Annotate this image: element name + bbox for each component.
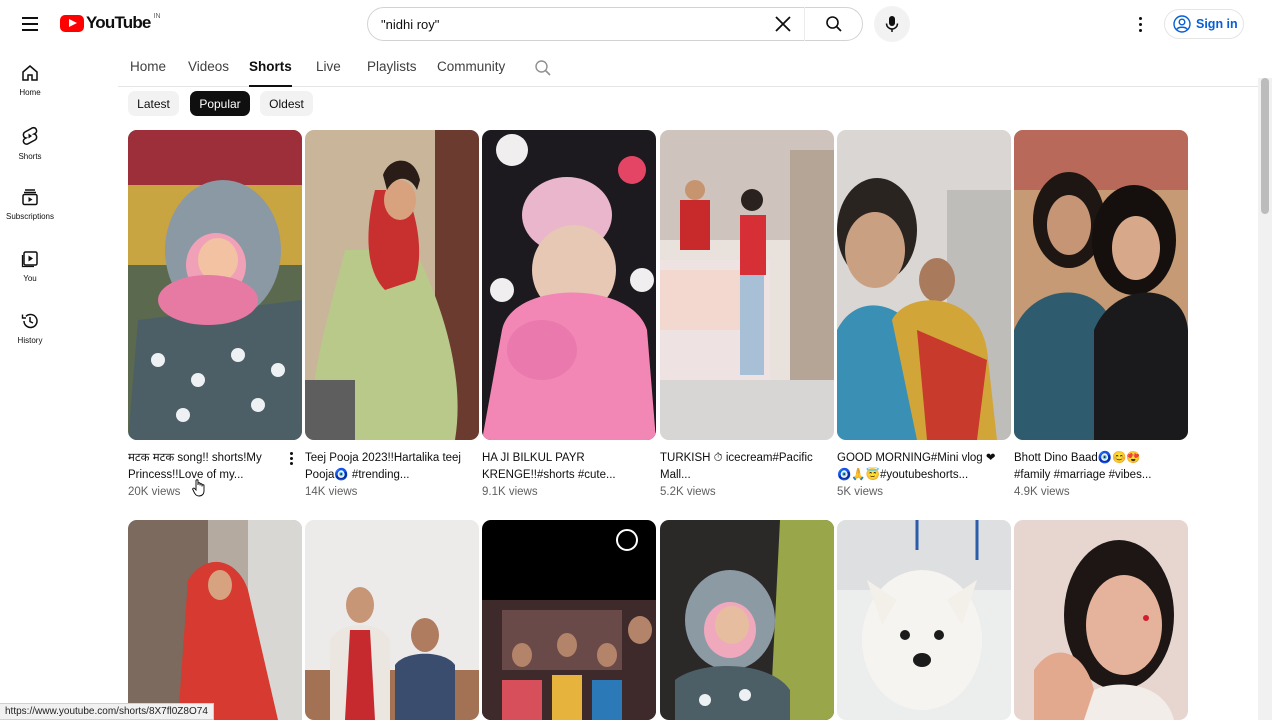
- search-input[interactable]: [368, 9, 768, 39]
- you-icon: [21, 251, 38, 268]
- mini-guide: Home Shorts Subscriptions You History: [0, 52, 60, 362]
- chip-latest[interactable]: Latest: [128, 91, 179, 116]
- shorts-icon: [22, 127, 38, 145]
- guide-item-shorts[interactable]: Shorts: [0, 114, 60, 176]
- short-title[interactable]: GOOD MORNING#Mini vlog ❤🧿🙏😇#youtubeshort…: [837, 450, 1001, 484]
- scrollbar-thumb[interactable]: [1261, 78, 1269, 214]
- menu-icon[interactable]: [16, 10, 44, 38]
- short-views: 5K views: [837, 486, 884, 498]
- search-button[interactable]: [804, 7, 862, 41]
- close-icon: [775, 16, 791, 32]
- logo-text: YouTube: [86, 13, 151, 32]
- guide-label: History: [17, 336, 43, 345]
- short-thumbnail[interactable]: [837, 130, 1011, 440]
- short-thumbnail[interactable]: [660, 520, 834, 720]
- short-title[interactable]: Bhott Dino Baad🧿😊😍 #family #marriage #vi…: [1014, 450, 1178, 484]
- tab-home[interactable]: Home: [130, 59, 166, 87]
- short-views: 14K views: [305, 486, 358, 498]
- settings-more-icon[interactable]: [1128, 12, 1152, 36]
- status-bar-url: https://www.youtube.com/shorts/8X7fl0Z8O…: [0, 703, 214, 720]
- tab-videos[interactable]: Videos: [188, 59, 229, 87]
- short-card[interactable]: [305, 520, 479, 720]
- guide-item-you[interactable]: You: [0, 238, 60, 300]
- tab-playlists[interactable]: Playlists: [367, 59, 417, 87]
- search-icon: [825, 16, 842, 32]
- short-thumbnail[interactable]: [837, 520, 1011, 720]
- more-options-icon[interactable]: [286, 452, 296, 468]
- country-code: IN: [153, 12, 161, 20]
- short-views: 9.1K views: [482, 486, 538, 498]
- guide-item-home[interactable]: Home: [0, 52, 60, 114]
- page-scrollbar[interactable]: [1258, 78, 1272, 720]
- subscriptions-icon: [22, 189, 38, 206]
- guide-item-subscriptions[interactable]: Subscriptions: [0, 176, 60, 238]
- short-thumbnail[interactable]: [660, 130, 834, 440]
- short-card[interactable]: [837, 520, 1011, 720]
- guide-label: You: [23, 274, 37, 283]
- search-box: [367, 7, 863, 41]
- clear-search-button[interactable]: [768, 9, 798, 39]
- tab-shorts[interactable]: Shorts: [249, 59, 292, 87]
- short-card[interactable]: [128, 520, 302, 720]
- short-views: 4.9K views: [1014, 486, 1070, 498]
- masthead: YouTube IN Sign in: [0, 0, 1272, 48]
- home-icon: [22, 65, 38, 81]
- channel-search-icon[interactable]: [534, 59, 552, 77]
- short-thumbnail[interactable]: [1014, 130, 1188, 440]
- short-card[interactable]: [482, 520, 656, 720]
- youtube-play-icon: [60, 14, 84, 32]
- short-card[interactable]: [660, 520, 834, 720]
- youtube-logo[interactable]: YouTube IN: [60, 13, 161, 33]
- mouse-cursor-icon: [192, 479, 205, 497]
- chip-popular[interactable]: Popular: [190, 91, 250, 116]
- history-icon: [21, 313, 38, 329]
- sign-in-label: Sign in: [1196, 17, 1238, 31]
- chip-oldest[interactable]: Oldest: [260, 91, 313, 116]
- guide-label: Subscriptions: [5, 212, 55, 221]
- voice-search-button[interactable]: [874, 6, 910, 42]
- short-thumbnail[interactable]: [128, 130, 302, 440]
- short-thumbnail[interactable]: [1014, 520, 1188, 720]
- short-card[interactable]: [1014, 520, 1188, 720]
- guide-label: Shorts: [18, 152, 42, 161]
- short-title[interactable]: Teej Pooja 2023!!Hartalika teej Pooja🧿 #…: [305, 450, 469, 484]
- channel-tabs: Home Videos Shorts Live Playlists Commun…: [118, 48, 1258, 87]
- short-thumbnail[interactable]: [305, 130, 479, 440]
- tab-community[interactable]: Community: [437, 59, 505, 87]
- short-thumbnail[interactable]: [482, 130, 656, 440]
- short-views: 20K views: [128, 486, 181, 498]
- account-icon: [1173, 15, 1191, 33]
- short-views: 5.2K views: [660, 486, 716, 498]
- short-thumbnail[interactable]: [305, 520, 479, 720]
- microphone-icon: [885, 16, 899, 32]
- sign-in-button[interactable]: Sign in: [1164, 9, 1244, 39]
- short-title[interactable]: HA JI BILKUL PAYR KRENGE!!#shorts #cute.…: [482, 450, 646, 484]
- guide-item-history[interactable]: History: [0, 300, 60, 362]
- short-thumbnail[interactable]: [128, 520, 302, 720]
- short-title[interactable]: मटक मटक song!! shorts!My Princess!!Love …: [128, 450, 292, 484]
- tab-live[interactable]: Live: [316, 59, 341, 87]
- short-title[interactable]: TURKISH ⏱ icecream#Pacific Mall...: [660, 450, 824, 484]
- guide-label: Home: [19, 88, 41, 97]
- short-thumbnail[interactable]: [482, 520, 656, 720]
